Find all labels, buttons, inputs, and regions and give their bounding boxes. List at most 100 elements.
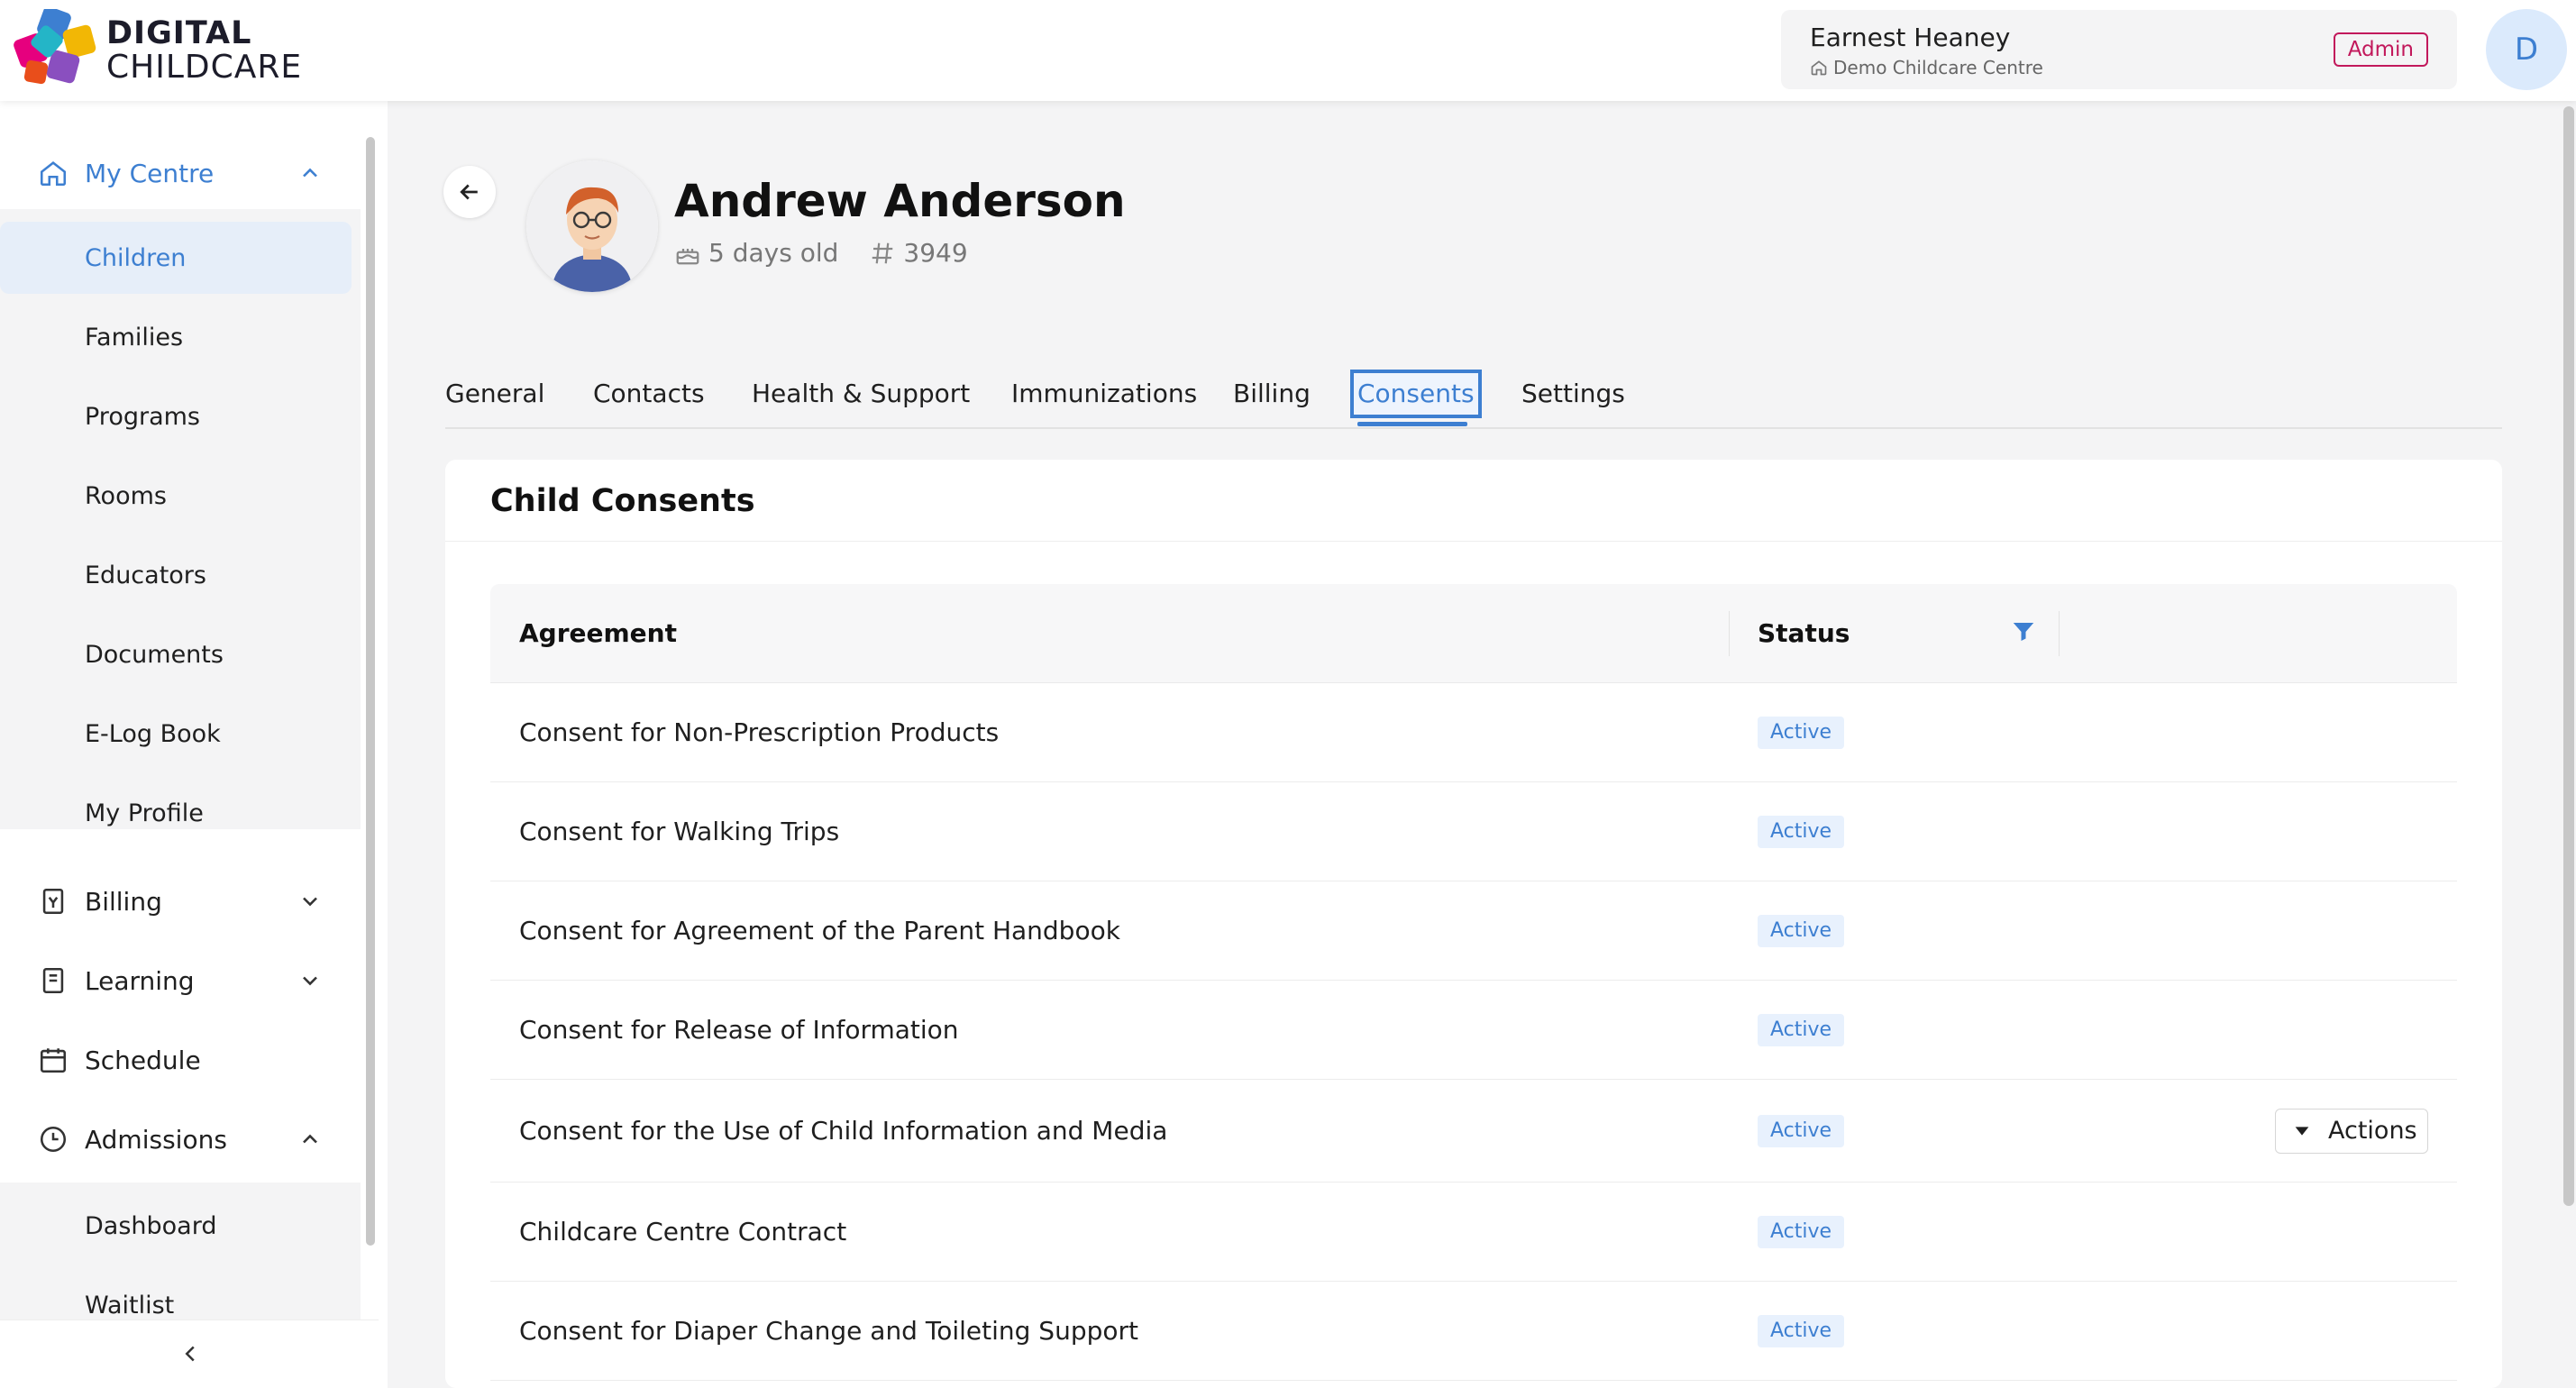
sidebar-item-my-profile[interactable]: My Profile: [0, 777, 361, 849]
card-divider: [445, 541, 2502, 542]
sidebar-item-label: My Centre: [85, 158, 215, 188]
sidebar-item-label: Children: [85, 243, 187, 272]
status-badge: Active: [1758, 1215, 1845, 1248]
status-badge: Active: [1758, 815, 1845, 848]
hash-icon: [872, 242, 893, 263]
child-avatar: [526, 160, 658, 292]
tab-consents[interactable]: Consents: [1350, 370, 1482, 418]
column-header-status[interactable]: Status: [1758, 584, 1850, 683]
sidebar-item-label: Billing: [85, 886, 162, 917]
sidebar-item-label: Schedule: [85, 1045, 201, 1075]
home-icon: [1811, 60, 1827, 76]
agreement-cell: Consent for Release of Information: [519, 1015, 959, 1045]
tab-settings[interactable]: Settings: [1521, 371, 1625, 416]
sidebar-item-children[interactable]: Children: [0, 222, 352, 294]
sidebar-item-programs[interactable]: Programs: [0, 380, 361, 452]
sidebar-item-label: E-Log Book: [85, 719, 221, 748]
page-scrollbar[interactable]: [2563, 106, 2574, 1206]
column-separator: [2059, 611, 2060, 656]
tab-billing[interactable]: Billing: [1233, 371, 1311, 416]
arrow-left-icon: [460, 184, 478, 200]
brand-line-2: CHILDCARE: [106, 49, 303, 86]
sidebar-item-billing[interactable]: Billing: [0, 865, 361, 937]
sidebar-item-educators[interactable]: Educators: [0, 539, 361, 611]
chevron-down-icon: [303, 897, 317, 907]
column-header-agreement[interactable]: Agreement: [519, 584, 677, 683]
sidebar-item-label: Learning: [85, 965, 195, 996]
user-centre: Demo Childcare Centre: [1810, 57, 2043, 78]
sidebar-item-e-log-book[interactable]: E-Log Book: [0, 698, 361, 770]
sidebar-item-label: Families: [85, 323, 184, 352]
active-tab-indicator: [1357, 422, 1467, 426]
chevron-down-icon: [303, 976, 317, 986]
sidebar-item-documents[interactable]: Documents: [0, 618, 361, 690]
column-separator: [1729, 611, 1730, 656]
child-meta: 5 days old 3949: [674, 238, 968, 268]
collapse-sidebar-button[interactable]: [0, 1320, 379, 1388]
caret-down-icon: [2295, 1126, 2309, 1136]
tab-general[interactable]: General: [445, 371, 544, 416]
agreement-cell: Consent for Agreement of the Parent Hand…: [519, 916, 1120, 945]
avatar[interactable]: D: [2486, 9, 2567, 90]
child-consents-card: Child Consents Agreement Status Consent …: [445, 460, 2502, 1388]
filter-icon[interactable]: [2010, 618, 2037, 645]
child-id: 3949: [903, 238, 968, 268]
actions-label: Actions: [2328, 1117, 2417, 1145]
chevron-up-icon: [303, 168, 317, 178]
status-badge: Active: [1758, 716, 1845, 749]
table-row[interactable]: Childcare Centre Contract Active: [490, 1183, 2457, 1282]
sidebar-item-label: Educators: [85, 561, 206, 589]
calendar-icon: [40, 1048, 67, 1073]
sidebar-item-label: Rooms: [85, 481, 167, 510]
sidebar-item-schedule[interactable]: Schedule: [0, 1024, 361, 1096]
tab-contacts[interactable]: Contacts: [593, 371, 705, 416]
sidebar-item-dashboard[interactable]: Dashboard: [0, 1190, 361, 1262]
child-age: 5 days old: [708, 238, 839, 268]
brand-line-1: DIGITAL: [106, 15, 252, 51]
notebook-icon: [42, 967, 64, 994]
top-header: DIGITAL CHILDCARE Earnest Heaney Demo Ch…: [0, 0, 2576, 101]
sidebar-item-label: Dashboard: [85, 1211, 217, 1240]
tab-health-support[interactable]: Health & Support: [752, 371, 970, 416]
agreement-cell: Consent for the Use of Child Information…: [519, 1116, 1168, 1146]
user-card[interactable]: Earnest Heaney Demo Childcare Centre Adm…: [1781, 10, 2457, 89]
actions-dropdown-button[interactable]: Actions: [2275, 1108, 2428, 1154]
sidebar-item-my-centre[interactable]: My Centre: [0, 137, 361, 209]
role-badge: Admin: [2333, 32, 2428, 67]
agreement-cell: Childcare Centre Contract: [519, 1217, 847, 1246]
status-badge: Active: [1758, 1114, 1845, 1147]
status-badge: Active: [1758, 1314, 1845, 1347]
profile-tabs: General Contacts Health & Support Immuni…: [445, 361, 2502, 429]
sidebar-item-learning[interactable]: Learning: [0, 945, 361, 1017]
sidebar-item-label: Programs: [85, 402, 200, 431]
sidebar-item-rooms[interactable]: Rooms: [0, 460, 361, 532]
puzzle-logo-icon: [14, 9, 96, 85]
status-badge: Active: [1758, 914, 1845, 947]
sidebar-scrollbar[interactable]: [366, 137, 375, 1246]
clock-icon: [40, 1126, 67, 1153]
child-name: Andrew Anderson: [674, 175, 1126, 227]
sidebar-item-label: Waitlist: [85, 1291, 175, 1320]
table-row[interactable]: Consent for Non-Prescription Products Ac…: [490, 683, 2457, 782]
table-row[interactable]: Consent for Agreement of the Parent Hand…: [490, 881, 2457, 981]
card-title: Child Consents: [490, 483, 755, 519]
chevron-left-icon: [185, 1346, 195, 1362]
invoice-icon: [42, 888, 64, 915]
table-row[interactable]: Consent for the Use of Child Information…: [490, 1080, 2457, 1183]
user-name: Earnest Heaney: [1810, 23, 2011, 52]
agreement-cell: Consent for Non-Prescription Products: [519, 717, 1000, 747]
brand-name: DIGITAL CHILDCARE: [106, 16, 302, 85]
back-button[interactable]: [443, 166, 496, 218]
agreement-cell: Consent for Diaper Change and Toileting …: [519, 1316, 1138, 1346]
cake-icon: [676, 248, 699, 264]
table-row[interactable]: Consent for Diaper Change and Toileting …: [490, 1282, 2457, 1381]
sidebar-item-label: Admissions: [85, 1124, 227, 1155]
table-header: Agreement Status: [490, 584, 2457, 683]
tab-immunizations[interactable]: Immunizations: [1011, 371, 1197, 416]
table-row[interactable]: Consent for Release of Information Activ…: [490, 981, 2457, 1080]
status-badge: Active: [1758, 1013, 1845, 1046]
sidebar-item-admissions[interactable]: Admissions: [0, 1103, 361, 1175]
table-row[interactable]: Consent for Walking Trips Active: [490, 782, 2457, 881]
sidebar-item-label: Documents: [85, 640, 224, 669]
sidebar-item-families[interactable]: Families: [0, 301, 361, 373]
